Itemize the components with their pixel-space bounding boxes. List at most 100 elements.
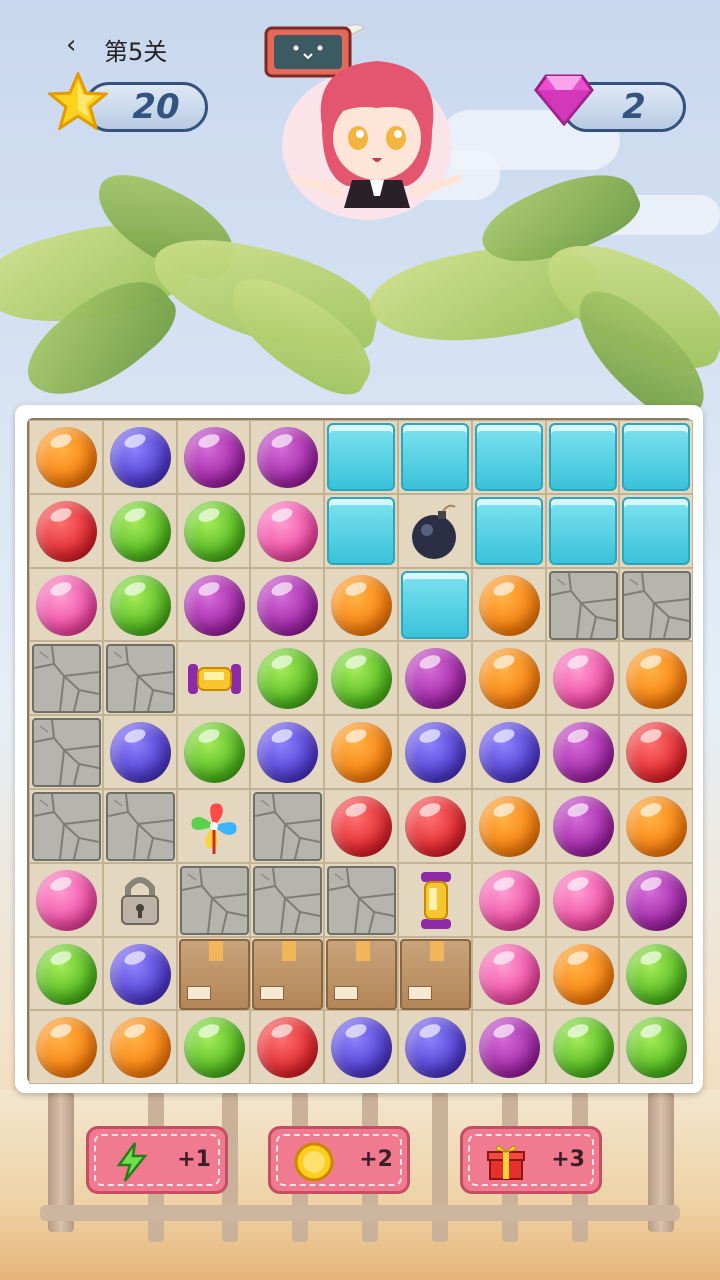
green-candy [183, 722, 245, 784]
board-cell[interactable] [398, 567, 472, 642]
board-cell[interactable] [176, 1010, 251, 1085]
board-cell[interactable] [102, 641, 177, 716]
board-cell[interactable] [471, 862, 546, 937]
board-cell[interactable] [176, 493, 251, 568]
green-candy [109, 500, 171, 562]
board-cell[interactable] [619, 715, 694, 789]
board-cell[interactable] [545, 1010, 620, 1085]
board-cell[interactable] [619, 936, 694, 1011]
gem-icon [534, 74, 594, 126]
booster-coin-button[interactable]: +2 [268, 1126, 410, 1194]
board-cell[interactable] [471, 493, 546, 568]
board-cell[interactable] [250, 936, 325, 1011]
board-cell[interactable] [471, 715, 546, 789]
board-cell[interactable] [29, 715, 103, 789]
stone-block [105, 644, 175, 714]
board-cell[interactable] [250, 715, 325, 789]
stone-block [253, 865, 323, 935]
board-cell[interactable] [545, 715, 620, 789]
booster-energy-button[interactable]: +1 [86, 1126, 228, 1194]
board-cell[interactable] [250, 862, 325, 937]
board-cell[interactable] [29, 789, 103, 863]
board-cell[interactable] [545, 641, 620, 716]
board-cell[interactable] [324, 789, 398, 863]
bomb-icon [405, 501, 466, 562]
blue-candy [257, 722, 319, 784]
board-cell[interactable] [545, 936, 620, 1011]
board-cell[interactable] [619, 862, 694, 937]
board-cell[interactable] [324, 641, 398, 716]
board-cell[interactable] [545, 567, 620, 642]
board-cell[interactable] [250, 1010, 325, 1085]
board-cell[interactable] [545, 862, 620, 937]
board-cell[interactable] [398, 420, 472, 494]
board-cell[interactable] [176, 567, 251, 642]
board-cell[interactable] [176, 641, 251, 716]
board-cell[interactable] [324, 936, 398, 1011]
board-cell[interactable] [619, 493, 694, 568]
star-count: 20 [132, 87, 180, 127]
board-cell[interactable] [619, 567, 694, 642]
board-cell[interactable] [545, 493, 620, 568]
board-cell[interactable] [102, 493, 177, 568]
board-cell[interactable] [102, 862, 177, 937]
board-cell[interactable] [398, 1010, 472, 1085]
board-cell[interactable] [619, 1010, 694, 1085]
board-cell[interactable] [250, 420, 325, 494]
board-cell[interactable] [324, 862, 398, 937]
stone-block [253, 792, 323, 861]
board-cell[interactable] [102, 936, 177, 1011]
stone-block [32, 718, 101, 788]
board-cell[interactable] [545, 789, 620, 863]
board-cell[interactable] [29, 493, 103, 568]
board-cell[interactable] [102, 567, 177, 642]
board-cell[interactable] [29, 1010, 103, 1085]
board-cell[interactable] [29, 420, 103, 494]
board-cell[interactable] [250, 567, 325, 642]
board-cell[interactable] [471, 936, 546, 1011]
board-cell[interactable] [324, 567, 398, 642]
board-cell[interactable] [471, 641, 546, 716]
board-cell[interactable] [102, 789, 177, 863]
board-cell[interactable] [398, 789, 472, 863]
board-cell[interactable] [29, 641, 103, 716]
board-cell[interactable] [250, 641, 325, 716]
board-cell[interactable] [619, 789, 694, 863]
board-cell[interactable] [176, 420, 251, 494]
board-cell[interactable] [29, 862, 103, 937]
board-cell[interactable] [102, 1010, 177, 1085]
board-cell[interactable] [471, 1010, 546, 1085]
purple-candy [405, 648, 466, 710]
board-cell[interactable] [619, 420, 694, 494]
board-cell[interactable] [176, 862, 251, 937]
booster-coin-count: +2 [359, 1147, 393, 1172]
board-cell[interactable] [398, 641, 472, 716]
board-cell[interactable] [619, 641, 694, 716]
board-cell[interactable] [250, 789, 325, 863]
board-cell[interactable] [102, 420, 177, 494]
board-cell[interactable] [324, 420, 398, 494]
board-cell[interactable] [398, 862, 472, 937]
purple-candy [183, 427, 245, 488]
board-cell[interactable] [29, 936, 103, 1011]
board-cell[interactable] [176, 936, 251, 1011]
board-cell[interactable] [545, 420, 620, 494]
board-cell[interactable] [250, 493, 325, 568]
board-cell[interactable] [471, 789, 546, 863]
board-cell[interactable] [176, 715, 251, 789]
board-cell[interactable] [29, 567, 103, 642]
board-cell[interactable] [324, 493, 398, 568]
board-cell[interactable] [471, 567, 546, 642]
board-cell[interactable] [398, 715, 472, 789]
green-candy [109, 574, 171, 636]
board-cell[interactable] [176, 789, 251, 863]
board-cell[interactable] [102, 715, 177, 789]
board-cell[interactable] [398, 936, 472, 1011]
back-icon[interactable]: ‹ [66, 30, 76, 60]
board-cell[interactable] [324, 715, 398, 789]
purple-candy [552, 722, 614, 784]
board-cell[interactable] [471, 420, 546, 494]
booster-gift-button[interactable]: +3 [460, 1126, 602, 1194]
board-cell[interactable] [324, 1010, 398, 1085]
board-cell[interactable] [398, 493, 472, 568]
